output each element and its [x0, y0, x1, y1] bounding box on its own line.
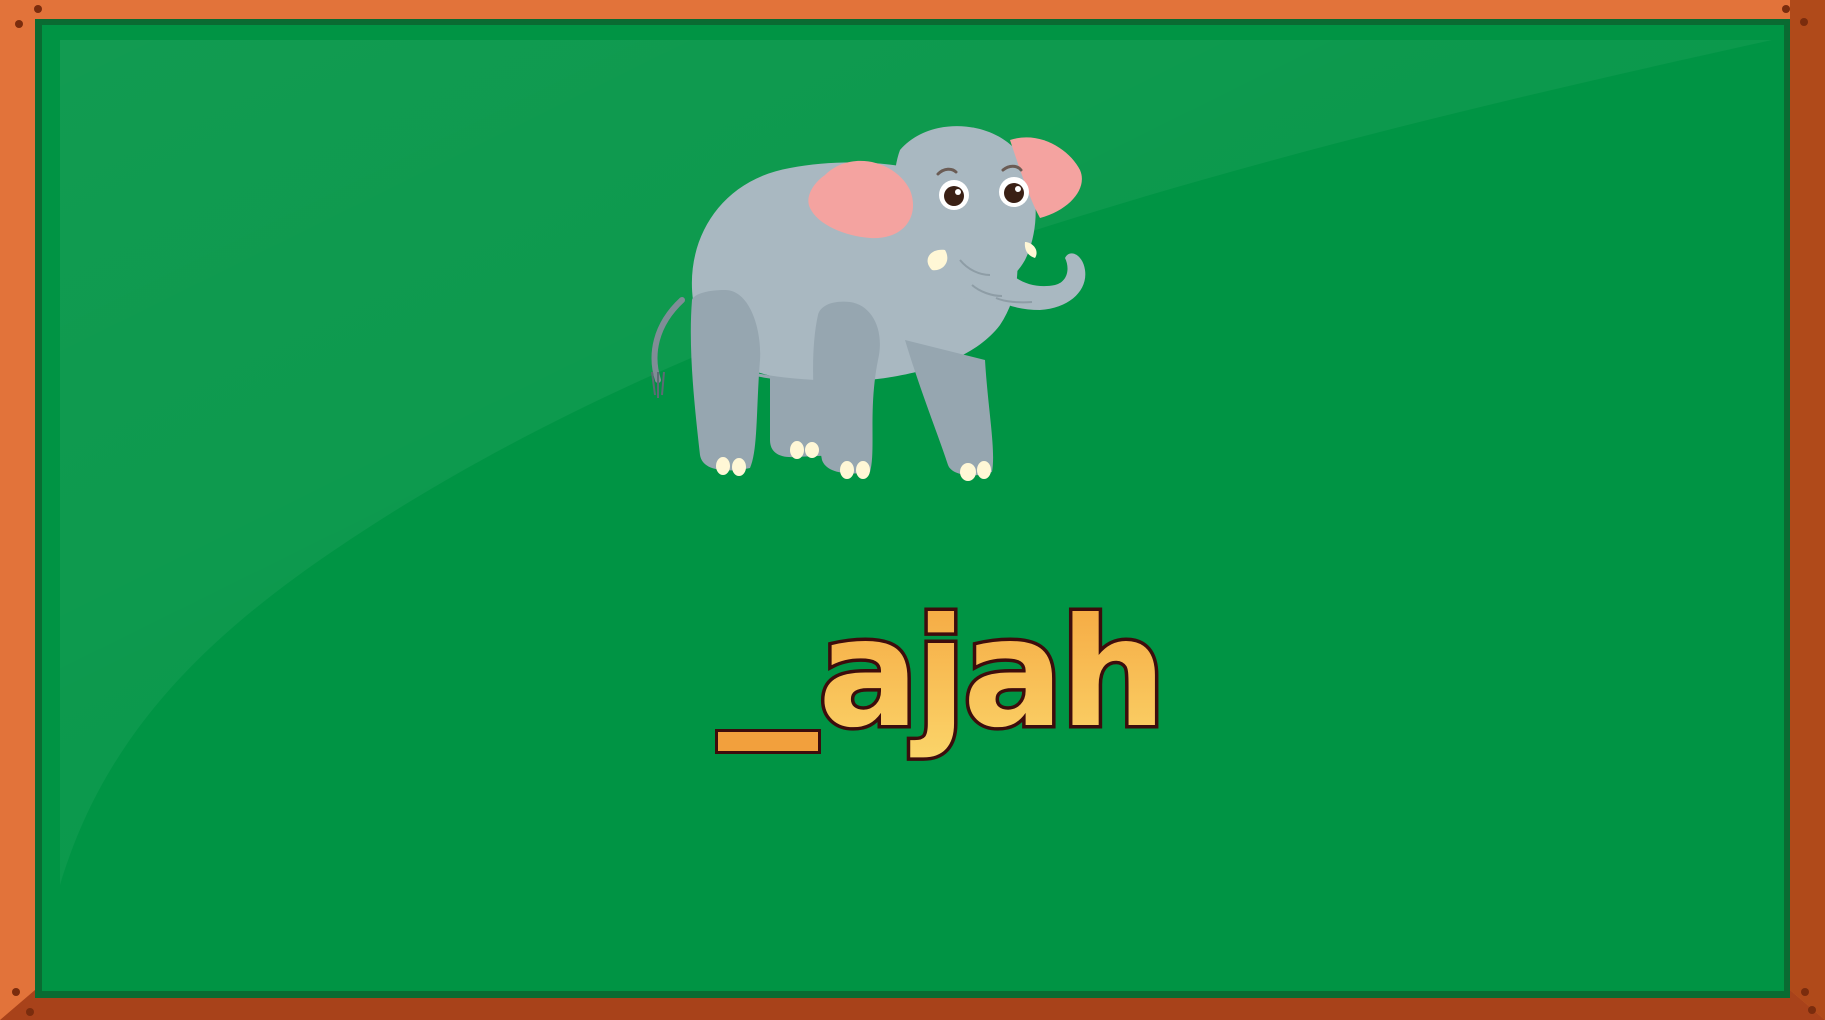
elephant-picture — [651, 126, 1086, 481]
frame-screw — [1801, 988, 1809, 996]
word-puzzle: ajah — [700, 585, 1160, 765]
frame-screw — [15, 20, 23, 28]
frame-screw — [26, 1008, 34, 1016]
frame-screw — [1800, 18, 1808, 26]
frame-screw — [1782, 5, 1790, 13]
chalkboard-stage: ajah — [0, 0, 1825, 1020]
frame-screw — [1808, 1006, 1816, 1014]
frame-screw — [34, 5, 42, 13]
word-text: ajah — [815, 585, 1161, 765]
visible-letters: ajah — [818, 587, 1160, 761]
frame-screw — [12, 988, 20, 996]
